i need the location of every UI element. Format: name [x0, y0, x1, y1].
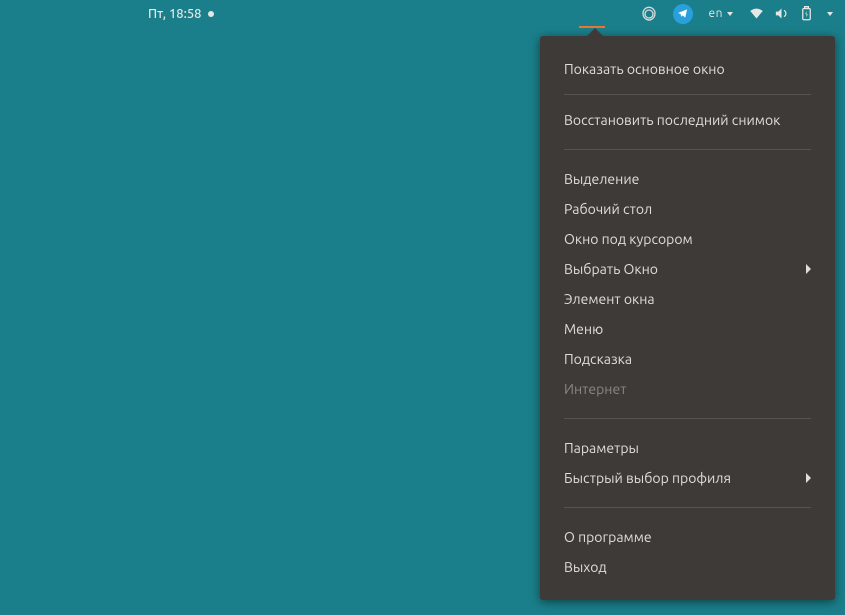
submenu-arrow-icon — [806, 473, 811, 483]
battery-icon — [799, 6, 814, 21]
menu-item-internet: Интернет — [540, 374, 835, 404]
menu-label: Выделение — [564, 171, 639, 187]
keyboard-layout-indicator[interactable]: en — [709, 7, 733, 20]
menu-item-quick-profile-select[interactable]: Быстрый выбор профиля — [540, 463, 835, 493]
menu-label: Интернет — [564, 381, 626, 397]
shutter-tray-menu: Показать основное окно Восстановить посл… — [540, 36, 835, 600]
menu-item-window-element[interactable]: Элемент окна — [540, 284, 835, 314]
menu-label: Параметры — [564, 440, 639, 456]
notification-dot-icon — [208, 11, 214, 17]
clock-area[interactable]: Пт, 18:58 — [148, 7, 214, 21]
menu-label: О программе — [564, 529, 652, 545]
lang-label: en — [709, 7, 723, 20]
shutter-tray-icon[interactable] — [641, 6, 657, 22]
submenu-arrow-icon — [806, 264, 811, 274]
menu-label: Меню — [564, 321, 603, 337]
menu-item-quit[interactable]: Выход — [540, 552, 835, 582]
wifi-icon — [749, 6, 764, 21]
menu-label: Показать основное окно — [564, 61, 725, 77]
dropdown-arrow-icon — [727, 12, 733, 16]
menu-label: Выбрать Окно — [564, 261, 658, 277]
menu-item-tooltip[interactable]: Подсказка — [540, 344, 835, 374]
dropdown-arrow-icon — [827, 12, 833, 16]
menu-separator — [564, 418, 811, 419]
menu-label: Быстрый выбор профиля — [564, 470, 731, 486]
menu-separator — [564, 94, 811, 95]
menu-label: Восстановить последний снимок — [564, 112, 780, 128]
menu-label: Подсказка — [564, 351, 632, 367]
menu-label: Окно под курсором — [564, 231, 693, 247]
system-tray: en — [641, 4, 833, 24]
menu-item-window-under-cursor[interactable]: Окно под курсором — [540, 224, 835, 254]
menu-label: Выход — [564, 559, 607, 575]
menu-separator — [564, 149, 811, 150]
menu-item-preferences[interactable]: Параметры — [540, 433, 835, 463]
menu-separator — [564, 507, 811, 508]
menu-item-select-window[interactable]: Выбрать Окно — [540, 254, 835, 284]
menu-item-about[interactable]: О программе — [540, 522, 835, 552]
menu-label: Элемент окна — [564, 291, 655, 307]
menu-label: Рабочий стол — [564, 201, 652, 217]
clock-text: Пт, 18:58 — [148, 7, 202, 21]
system-status-area[interactable] — [749, 6, 833, 21]
telegram-tray-icon[interactable] — [673, 4, 693, 24]
menu-item-restore-last-snapshot[interactable]: Восстановить последний снимок — [540, 105, 835, 135]
menu-item-show-main-window[interactable]: Показать основное окно — [540, 54, 835, 84]
menu-item-selection[interactable]: Выделение — [540, 164, 835, 194]
menu-item-menu[interactable]: Меню — [540, 314, 835, 344]
menu-item-desktop[interactable]: Рабочий стол — [540, 194, 835, 224]
volume-icon — [774, 6, 789, 21]
top-panel: Пт, 18:58 en — [0, 0, 845, 27]
